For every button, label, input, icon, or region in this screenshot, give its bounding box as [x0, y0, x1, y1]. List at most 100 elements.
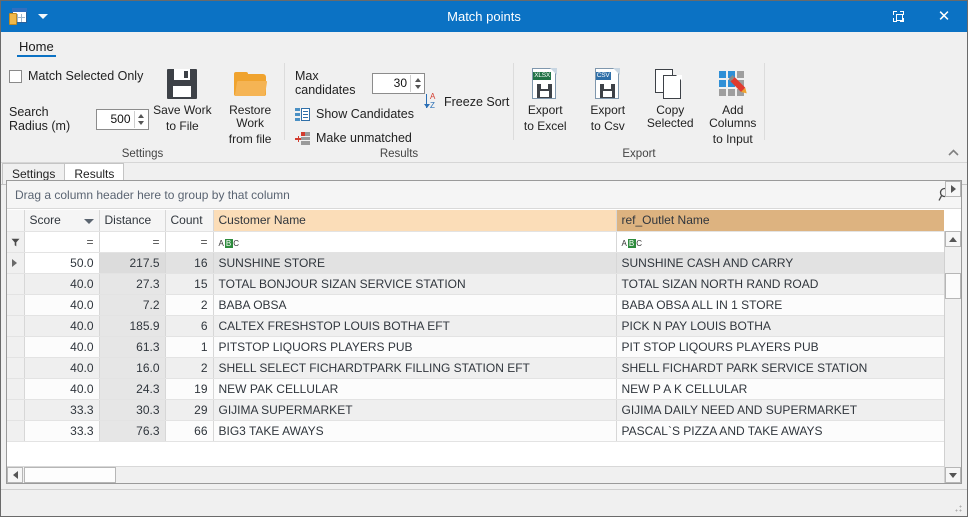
- cell-count[interactable]: 1: [165, 336, 214, 358]
- chevron-down-icon[interactable]: [138, 120, 144, 125]
- column-header-customer-name[interactable]: Customer Name: [213, 210, 617, 232]
- cell-ref-outlet-name[interactable]: GIJIMA DAILY NEED AND SUPERMARKET: [616, 399, 944, 421]
- cell-distance[interactable]: 30.3: [99, 399, 166, 421]
- cell-customer-name[interactable]: SUNSHINE STORE: [213, 252, 617, 274]
- row-indicator-cell[interactable]: [7, 252, 25, 274]
- cell-ref-outlet-name[interactable]: SHELL FICHARDT PARK SERVICE STATION: [616, 357, 944, 379]
- table-row[interactable]: 40.0 27.3 15 TOTAL BONJOUR SIZAN SERVICE ST…: [7, 273, 944, 295]
- search-radius-stepper[interactable]: [95, 108, 149, 130]
- export-to-csv-button[interactable]: CSV Export to Csv: [577, 63, 640, 133]
- cell-score[interactable]: 40.0: [24, 294, 100, 316]
- filter-count[interactable]: =: [165, 231, 214, 253]
- cell-score[interactable]: 40.0: [24, 315, 100, 337]
- add-columns-to-input-button[interactable]: Add Columns to Input: [702, 63, 765, 146]
- cell-count[interactable]: 16: [165, 252, 214, 274]
- column-header-ref-outlet-name[interactable]: ref_Outlet Name: [616, 210, 944, 232]
- cell-count[interactable]: 2: [165, 357, 214, 379]
- cell-count[interactable]: 19: [165, 378, 214, 400]
- max-candidates-spin-arrows[interactable]: [410, 74, 424, 92]
- cell-customer-name[interactable]: CALTEX FRESHSTOP LOUIS BOTHA EFT: [213, 315, 617, 337]
- cell-score[interactable]: 40.0: [24, 336, 100, 358]
- cell-score[interactable]: 33.3: [24, 420, 100, 442]
- column-header-distance[interactable]: Distance: [99, 210, 166, 232]
- cell-distance[interactable]: 27.3: [99, 273, 166, 295]
- cell-distance[interactable]: 61.3: [99, 336, 166, 358]
- cell-ref-outlet-name[interactable]: BABA OBSA ALL IN 1 STORE: [616, 294, 944, 316]
- cell-distance[interactable]: 7.2: [99, 294, 166, 316]
- table-row[interactable]: 33.3 76.3 66 BIG3 TAKE AWAYS PASCAL`S PIZZA …: [7, 420, 944, 442]
- chevron-down-icon[interactable]: [38, 14, 48, 19]
- restore-button[interactable]: [875, 1, 921, 32]
- cell-ref-outlet-name[interactable]: SUNSHINE CASH AND CARRY: [616, 252, 944, 274]
- cell-ref-outlet-name[interactable]: PASCAL`S PIZZA AND TAKE AWAYS: [616, 420, 944, 442]
- max-candidates-stepper[interactable]: [372, 72, 425, 94]
- column-header-count[interactable]: Count: [165, 210, 214, 232]
- column-header-score[interactable]: Score: [24, 210, 100, 232]
- match-selected-only-checkbox[interactable]: Match Selected Only: [9, 69, 149, 83]
- cell-score[interactable]: 40.0: [24, 357, 100, 379]
- cell-count[interactable]: 2: [165, 294, 214, 316]
- cell-customer-name[interactable]: BABA OBSA: [213, 294, 617, 316]
- cell-distance[interactable]: 76.3: [99, 420, 166, 442]
- filter-toggle-cell[interactable]: [7, 231, 25, 253]
- cell-distance[interactable]: 185.9: [99, 315, 166, 337]
- cell-distance[interactable]: 24.3: [99, 378, 166, 400]
- horizontal-scrollbar[interactable]: [7, 466, 944, 483]
- cell-score[interactable]: 40.0: [24, 273, 100, 295]
- scroll-left-button[interactable]: [7, 467, 23, 483]
- cell-customer-name[interactable]: PITSTOP LIQUORS PLAYERS PUB: [213, 336, 617, 358]
- ribbon-tab-home[interactable]: Home: [11, 37, 62, 57]
- table-row[interactable]: 40.0 16.0 2 SHELL SELECT FICHARDTPARK FILLI…: [7, 357, 944, 379]
- cell-score[interactable]: 50.0: [24, 252, 100, 274]
- max-candidates-input[interactable]: [373, 74, 410, 92]
- close-button[interactable]: ✕: [921, 1, 967, 32]
- horizontal-scroll-thumb[interactable]: [24, 467, 116, 483]
- row-indicator-cell[interactable]: [7, 420, 25, 442]
- row-indicator-cell[interactable]: [7, 336, 25, 358]
- show-candidates-button[interactable]: Show Candidates: [295, 107, 425, 121]
- ribbon-collapse-button[interactable]: [945, 144, 961, 160]
- vertical-scroll-thumb[interactable]: [945, 273, 961, 299]
- copy-selected-button[interactable]: Copy Selected: [639, 63, 702, 130]
- row-indicator-cell[interactable]: [7, 315, 25, 337]
- search-radius-spin-arrows[interactable]: [133, 110, 148, 128]
- cell-count[interactable]: 66: [165, 420, 214, 442]
- row-indicator-cell[interactable]: [7, 273, 25, 295]
- table-row[interactable]: 33.3 30.3 29 GIJIMA SUPERMARKET GIJIMA DAILY…: [7, 399, 944, 421]
- search-radius-input[interactable]: [96, 110, 134, 128]
- row-indicator-cell[interactable]: [7, 399, 25, 421]
- row-indicator-cell[interactable]: [7, 378, 25, 400]
- cell-score[interactable]: 40.0: [24, 378, 100, 400]
- table-row[interactable]: 40.0 185.9 6 CALTEX FRESHSTOP LOUIS BOTHA E…: [7, 315, 944, 337]
- cell-customer-name[interactable]: BIG3 TAKE AWAYS: [213, 420, 617, 442]
- filter-customer[interactable]: ABC: [213, 231, 617, 253]
- cell-distance[interactable]: 217.5: [99, 252, 166, 274]
- cell-ref-outlet-name[interactable]: TOTAL SIZAN NORTH RAND ROAD: [616, 273, 944, 295]
- table-row[interactable]: 50.0 217.5 16 SUNSHINE STORE SUNSHINE CASH A…: [7, 252, 944, 274]
- chevron-down-icon[interactable]: [414, 84, 421, 89]
- cell-customer-name[interactable]: TOTAL BONJOUR SIZAN SERVICE STATION: [213, 273, 617, 295]
- cell-count[interactable]: 15: [165, 273, 214, 295]
- export-to-excel-button[interactable]: XLSX Export to Excel: [514, 63, 577, 133]
- cell-ref-outlet-name[interactable]: PIT STOP LIQOURS PLAYERS PUB: [616, 336, 944, 358]
- scroll-down-button[interactable]: [945, 467, 961, 483]
- restore-work-from-file-button[interactable]: Restore Work from file: [216, 63, 284, 146]
- save-work-to-file-button[interactable]: Save Work to File: [149, 63, 217, 133]
- cell-ref-outlet-name[interactable]: PICK N PAY LOUIS BOTHA: [616, 315, 944, 337]
- cell-count[interactable]: 6: [165, 315, 214, 337]
- cell-customer-name[interactable]: SHELL SELECT FICHARDTPARK FILLING STATIO…: [213, 357, 617, 379]
- vertical-scrollbar[interactable]: [944, 231, 961, 483]
- freeze-sort-button[interactable]: AZ Freeze Sort: [423, 93, 509, 110]
- cell-distance[interactable]: 16.0: [99, 357, 166, 379]
- group-by-panel[interactable]: Drag a column header here to group by th…: [7, 181, 961, 209]
- scroll-up-button[interactable]: [945, 231, 961, 247]
- cell-ref-outlet-name[interactable]: NEW P A K CELLULAR: [616, 378, 944, 400]
- cell-customer-name[interactable]: GIJIMA SUPERMARKET: [213, 399, 617, 421]
- filter-distance[interactable]: =: [99, 231, 166, 253]
- chevron-up-icon[interactable]: [414, 77, 421, 82]
- row-indicator-cell[interactable]: [7, 294, 25, 316]
- table-row[interactable]: 40.0 7.2 2 BABA OBSA BABA OBSA ALL IN 1 STOR…: [7, 294, 944, 316]
- cell-customer-name[interactable]: NEW PAK CELLULAR: [213, 378, 617, 400]
- table-row[interactable]: 40.0 24.3 19 NEW PAK CELLULAR NEW P A K CELL…: [7, 378, 944, 400]
- table-row[interactable]: 40.0 61.3 1 PITSTOP LIQUORS PLAYERS PUB PIT …: [7, 336, 944, 358]
